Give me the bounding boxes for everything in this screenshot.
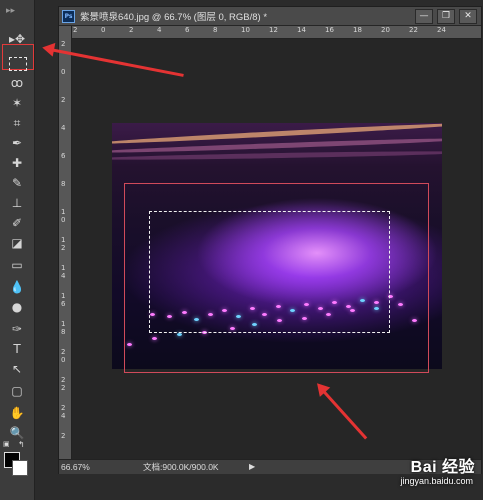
background-color-swatch[interactable] [12, 460, 28, 476]
vertical-ruler[interactable]: 2 0 2 4 6 8 1 0 1 2 1 4 1 6 1 8 2 0 2 2 … [59, 26, 72, 459]
ruler-tick-label: 2 [129, 26, 134, 34]
healing-brush-tool-icon[interactable]: ✚ [6, 154, 28, 172]
ruler-tick-label: 2 [73, 26, 78, 34]
zoom-level[interactable]: 66.67% [61, 462, 99, 472]
baidu-watermark: Bai 经验 [410, 459, 475, 476]
path-selection-tool-icon[interactable]: ↖ [6, 360, 28, 378]
blur-tool-icon[interactable]: 💧 [6, 278, 28, 296]
gradient-tool-icon[interactable]: ▭ [6, 256, 28, 274]
history-brush-tool-icon[interactable]: ✐ [6, 214, 28, 232]
ruler-tick-label: 0 [61, 68, 66, 76]
canvas-area[interactable] [72, 39, 481, 459]
watermark-url: jingyan.baidu.com [400, 476, 473, 486]
ruler-tick-label: 4 [157, 26, 162, 34]
selection-marquee[interactable] [149, 211, 390, 333]
ruler-tick-label: 6 [61, 152, 66, 160]
ruler-tick-label: 2 0 [61, 348, 66, 364]
ruler-tick-label: 14 [297, 26, 306, 34]
restore-button[interactable]: ❐ [437, 9, 455, 24]
ruler-tick-label: 8 [61, 180, 66, 188]
magic-wand-tool-icon[interactable]: ✶ [6, 94, 28, 112]
ruler-tick-label: 0 [101, 26, 106, 34]
ruler-tick-label: 2 2 [61, 376, 66, 392]
brush-tool-icon[interactable]: ✎ [6, 174, 28, 192]
ruler-tick-label: 2 4 [61, 404, 66, 420]
hand-tool-icon[interactable]: ✋ [6, 404, 28, 422]
ruler-tick-label: 6 [185, 26, 190, 34]
ps-icon: Ps [62, 9, 75, 23]
ruler-tick-label: 2 [61, 96, 66, 104]
ruler-tick-label: 18 [353, 26, 362, 34]
rect-marquee-tool-icon[interactable] [9, 57, 27, 71]
close-button[interactable]: ✕ [459, 9, 477, 24]
ruler-tick-label: 1 8 [61, 320, 66, 336]
ruler-tick-label: 4 [61, 124, 66, 132]
swap-colors-icon[interactable]: ↰ [18, 440, 25, 449]
panel-grip-icon[interactable]: ▸▸ [6, 6, 15, 16]
tools-panel: ▸▸ ▸✥ ꝏ ✶ ⌗ ✒ ✚ ✎ ⊥ ✐ ◪ ▭ 💧 ● ✑ T ↖ ▢ ✋ 🔍 ▣ ↰ [0, 0, 35, 500]
move-tool-icon[interactable]: ▸✥ [6, 30, 28, 48]
ruler-tick-label: 10 [241, 26, 250, 34]
ruler-tick-label: 20 [381, 26, 390, 34]
type-tool-icon[interactable]: T [6, 340, 28, 358]
clone-stamp-tool-icon[interactable]: ⊥ [6, 194, 28, 212]
status-menu-icon[interactable]: ▶ [249, 462, 255, 471]
ruler-tick-label: 2 [61, 432, 66, 440]
minimize-button[interactable]: — [415, 9, 433, 24]
document-size-info[interactable]: 文档:900.0K/900.0K [143, 461, 219, 473]
default-colors-icon[interactable]: ▣ [3, 440, 10, 448]
document-window: Ps 紫景喷泉640.jpg @ 66.7% (图层 0, RGB/8) * —… [58, 6, 482, 474]
dodge-tool-icon[interactable]: ● [6, 298, 28, 316]
crop-tool-icon[interactable]: ⌗ [6, 114, 28, 132]
ruler-tick-label: 16 [325, 26, 334, 34]
ruler-tick-label: 8 [213, 26, 218, 34]
ruler-tick-label: 22 [409, 26, 418, 34]
ruler-tick-label: 12 [269, 26, 278, 34]
ruler-tick-label: 1 4 [61, 264, 66, 280]
ruler-tick-label: 1 0 [61, 208, 66, 224]
lasso-tool-icon[interactable]: ꝏ [6, 74, 28, 92]
horizontal-ruler[interactable]: 2 0 2 4 6 8 10 12 14 16 18 20 22 24 [71, 26, 481, 39]
ruler-tick-label: 24 [437, 26, 446, 34]
pen-tool-icon[interactable]: ✑ [6, 320, 28, 338]
eraser-tool-icon[interactable]: ◪ [6, 234, 28, 252]
eyedropper-tool-icon[interactable]: ✒ [6, 134, 28, 152]
ruler-tick-label: 1 2 [61, 236, 66, 252]
ruler-tick-label: 1 6 [61, 292, 66, 308]
shape-tool-icon[interactable]: ▢ [6, 382, 28, 400]
document-title: 紫景喷泉640.jpg @ 66.7% (图层 0, RGB/8) * [80, 12, 268, 23]
ruler-tick-label: 2 [61, 40, 66, 48]
document-tab[interactable]: Ps 紫景喷泉640.jpg @ 66.7% (图层 0, RGB/8) * —… [59, 7, 481, 26]
